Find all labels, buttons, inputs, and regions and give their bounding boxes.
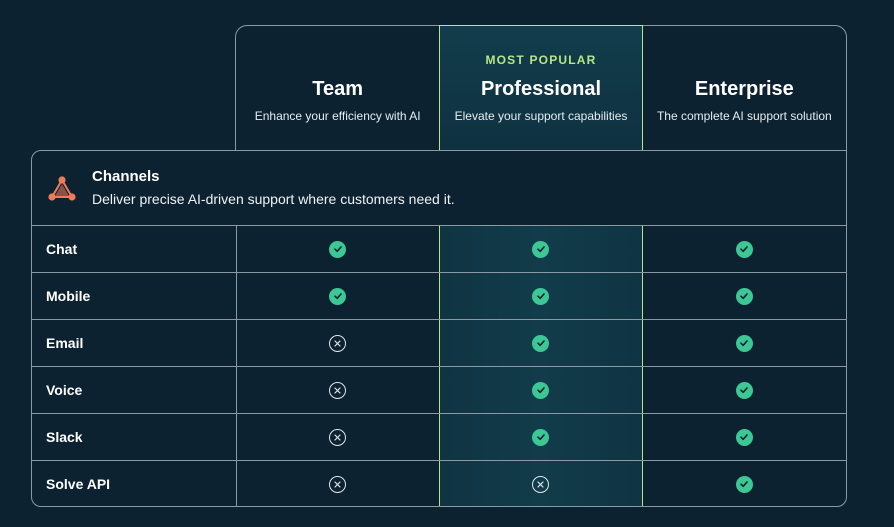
x-circle-icon <box>329 334 347 352</box>
availability-cell <box>235 320 439 366</box>
x-circle-icon <box>329 381 347 399</box>
check-circle-icon <box>735 240 753 258</box>
availability-cell <box>643 273 846 319</box>
plan-header-row: Team Enhance your efficiency with AI MOS… <box>235 25 847 151</box>
availability-cell <box>439 414 643 460</box>
availability-cell <box>439 273 643 319</box>
feature-label: Slack <box>46 429 83 445</box>
feature-label: Chat <box>46 241 78 257</box>
plan-name: Enterprise <box>694 78 794 100</box>
check-circle-icon <box>329 287 347 305</box>
check-circle-icon <box>532 381 550 399</box>
x-circle-icon <box>329 428 347 446</box>
availability-cell <box>439 226 643 272</box>
check-circle-icon <box>735 475 753 493</box>
availability-cell <box>439 461 643 506</box>
plan-team: Team Enhance your efficiency with AI <box>236 26 439 151</box>
table-row: Slack <box>32 414 846 461</box>
availability-cell <box>643 367 846 413</box>
section-title: Channels <box>92 168 160 185</box>
feature-label: Solve API <box>46 476 111 492</box>
check-circle-icon <box>735 334 753 352</box>
availability-cell <box>643 226 846 272</box>
availability-cell <box>643 414 846 460</box>
availability-cell <box>643 461 846 506</box>
channels-triangle-icon <box>48 176 76 201</box>
plan-name: Professional <box>480 78 602 100</box>
feature-label: Mobile <box>46 288 91 304</box>
check-circle-icon <box>532 287 550 305</box>
pricing-comparison: Team Enhance your efficiency with AI MOS… <box>0 0 894 527</box>
availability-cell <box>235 414 439 460</box>
feature-label: Voice <box>46 382 83 398</box>
plan-professional: MOST POPULAR Professional Elevate your s… <box>439 25 643 151</box>
availability-cell <box>235 461 439 506</box>
x-circle-icon <box>532 475 550 493</box>
plan-name: Team <box>312 78 364 100</box>
check-circle-icon <box>532 428 550 446</box>
plan-description: Elevate your support capabilities <box>454 109 628 123</box>
feature-label: Email <box>46 335 84 351</box>
table-row: Email <box>32 320 846 367</box>
check-circle-icon <box>735 287 753 305</box>
check-circle-icon <box>329 240 347 258</box>
check-circle-icon <box>735 428 753 446</box>
feature-rows: Chat Mobile Email Voice Slack Solve API <box>32 226 846 506</box>
availability-cell <box>235 226 439 272</box>
feature-table: Channels Deliver precise AI-driven suppo… <box>31 150 847 507</box>
plan-enterprise: Enterprise The complete AI support solut… <box>643 26 846 151</box>
x-circle-icon <box>329 475 347 493</box>
check-circle-icon <box>532 334 550 352</box>
availability-cell <box>643 320 846 366</box>
availability-cell <box>439 320 643 366</box>
plan-description: Enhance your efficiency with AI <box>254 109 421 123</box>
availability-cell <box>235 367 439 413</box>
table-row: Mobile <box>32 273 846 320</box>
availability-cell <box>439 367 643 413</box>
most-popular-badge: MOST POPULAR <box>485 53 597 67</box>
table-row: Voice <box>32 367 846 414</box>
plan-description: The complete AI support solution <box>656 109 832 123</box>
table-row: Chat <box>32 226 846 273</box>
table-row: Solve API <box>32 461 846 506</box>
check-circle-icon <box>532 240 550 258</box>
section-description: Deliver precise AI-driven support where … <box>92 191 455 207</box>
section-header: Channels Deliver precise AI-driven suppo… <box>32 151 846 226</box>
check-circle-icon <box>735 381 753 399</box>
availability-cell <box>235 273 439 319</box>
